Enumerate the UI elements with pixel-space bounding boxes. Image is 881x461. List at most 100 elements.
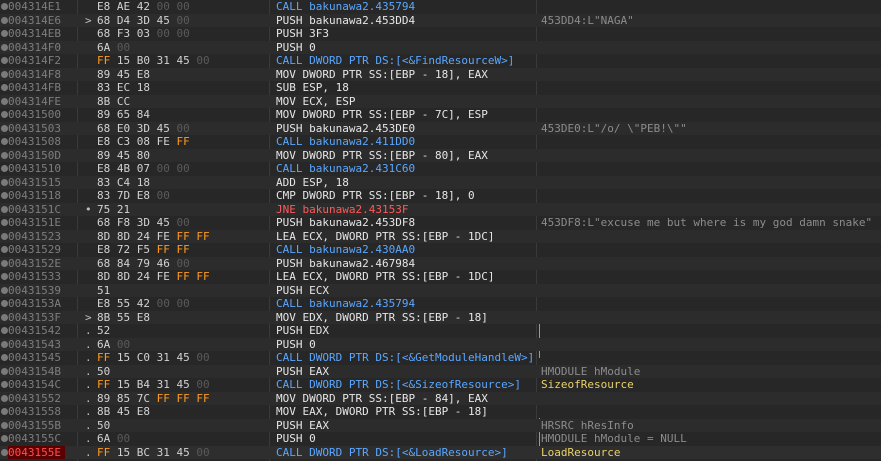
opcode-bytes: 51 xyxy=(97,284,110,298)
breakpoint-dot-icon[interactable] xyxy=(1,367,8,375)
breakpoint-dot-icon[interactable] xyxy=(1,138,8,145)
breakpoint-dot-icon[interactable] xyxy=(1,43,8,51)
disasm-row[interactable]: 00431542. 52 PUSH EDX xyxy=(0,324,881,338)
disasm-row[interactable]: 00431552. 89 85 7C FF FF FF MOV DWORD PTR … xyxy=(0,391,881,405)
disasm-row[interactable]: 00431500 89 65 84 MOV DWORD PTR SS:[EBP - … xyxy=(0,108,881,122)
disasm-row[interactable]: 004314FE 8B CC MOV ECX, ESP xyxy=(0,94,881,108)
disasm-row[interactable]: 0043154B. 50 PUSH EAX HMODULE hModule xyxy=(0,364,881,378)
breakpoint-dot-icon[interactable] xyxy=(1,111,8,118)
breakpoint-dot-icon[interactable] xyxy=(1,192,8,199)
disasm-row[interactable]: 0043153A E8 55 42 00 00 CALL bakunawa2.435… xyxy=(0,297,881,311)
breakpoint-dot-icon[interactable] xyxy=(1,421,8,429)
breakpoint-dot-icon[interactable] xyxy=(1,70,8,78)
disasm-row[interactable]: 0043152E 68 84 79 46 00 PUSH bakunawa2.467… xyxy=(0,256,881,270)
opcode-byte: CC xyxy=(116,94,131,108)
disasm-row[interactable]: 00431543. 6A 00 PUSH 0 xyxy=(0,337,881,352)
opcode-byte: F3 xyxy=(116,27,131,40)
instruction-text: CALL bakunawa2.431C60 xyxy=(276,162,416,175)
disasm-row[interactable]: 004314E1 E8 AE 42 00 00 CALL bakunawa2.435… xyxy=(0,0,881,14)
disasm-row[interactable]: 00431523 8D 8D 24 FE FF FF LEA ECX, DWORD … xyxy=(0,229,881,243)
disasm-row[interactable]: 00431545. FF 15 C0 31 45 00 CALL DWORD PTR… xyxy=(0,351,881,365)
breakpoint-dot-icon[interactable] xyxy=(1,16,8,24)
breakpoint-dot-icon[interactable] xyxy=(1,57,8,64)
instruction-address: 0043155B xyxy=(8,418,61,432)
disasm-row[interactable]: 00431533 8D 8D 24 FE FF FF LEA ECX, DWORD … xyxy=(0,270,881,284)
opcode-byte: 85 xyxy=(116,391,131,405)
breakpoint-dot-icon[interactable] xyxy=(1,3,8,10)
breakpoint-dot-icon[interactable] xyxy=(1,273,8,280)
disasm-row[interactable]: 004314F2 FF 15 B0 31 45 00 CALL DWORD PTR … xyxy=(0,54,881,68)
disasm-row[interactable]: 0043151C • 75 21 JNE bakunawa2.43153F xyxy=(0,202,881,216)
breakpoint-dot-icon[interactable] xyxy=(1,97,8,105)
disasm-row[interactable]: 00431558. 8B 45 E8 MOV EAX, DWORD PTR SS:[… xyxy=(0,405,881,419)
breakpoint-dot-icon[interactable] xyxy=(1,124,8,132)
breakpoint-dot-icon[interactable] xyxy=(1,151,8,159)
instruction-address: 00431500 xyxy=(8,108,61,121)
jump-marker: . xyxy=(85,418,92,432)
instruction-address: 004314EB xyxy=(8,27,61,40)
disasm-row[interactable]: 00431515 83 C4 18 ADD ESP, 18 xyxy=(0,175,881,189)
disasm-row[interactable]: 0043153F >8B 55 E8 MOV EDX, DWORD PTR SS:[… xyxy=(0,310,881,324)
opcode-byte: 84 xyxy=(136,108,150,121)
disasm-row[interactable]: 004314F8 89 45 E8 MOV DWORD PTR SS:[EBP - … xyxy=(0,67,881,82)
disasm-row[interactable]: 0043154C. FF 15 B4 31 45 00 CALL DWORD PTR… xyxy=(0,378,881,392)
breakpoint-dot-icon[interactable] xyxy=(1,178,8,186)
opcode-byte: FF xyxy=(156,243,170,256)
disasm-row[interactable]: 0043155E. FF 15 BC 31 45 00 CALL DWORD PTR… xyxy=(0,445,881,460)
opcode-bytes: FF 15 BC 31 45 00 xyxy=(97,446,210,460)
disasm-row[interactable]: 00431539 51 PUSH ECX xyxy=(0,283,881,298)
opcode-byte: 84 xyxy=(116,256,131,270)
breakpoint-dot-icon[interactable] xyxy=(1,381,8,388)
disasm-row[interactable]: 00431518 83 7D E8 00 CMP DWORD PTR SS:[EBP… xyxy=(0,189,881,203)
opcode-bytes: 8B 45 E8 xyxy=(97,405,150,419)
disasm-row[interactable]: 004314FB 83 EC 18 SUB ESP, 18 xyxy=(0,81,881,95)
instruction-text: LEA ECX, DWORD PTR SS:[EBP - 1DC] xyxy=(276,270,495,283)
opcode-byte: 07 xyxy=(136,162,150,175)
disasm-row[interactable]: 00431503 68 E0 3D 45 00 PUSH bakunawa2.453… xyxy=(0,121,881,135)
breakpoint-dot-icon[interactable] xyxy=(1,340,8,348)
opcode-byte: 45 xyxy=(156,121,170,135)
opcode-byte: BC xyxy=(136,445,150,459)
disasm-row[interactable]: 004314F0 6A 00 PUSH 0 xyxy=(0,40,881,54)
breakpoint-dot-icon[interactable] xyxy=(1,30,8,37)
breakpoint-dot-icon[interactable] xyxy=(1,448,8,456)
breakpoint-dot-icon[interactable] xyxy=(1,408,8,415)
breakpoint-dot-icon[interactable] xyxy=(1,300,8,307)
breakpoint-dot-icon[interactable] xyxy=(1,205,8,213)
instruction-address: 00431533 xyxy=(8,270,61,283)
opcode-bytes: 83 7D E8 00 xyxy=(97,189,170,203)
breakpoint-dot-icon[interactable] xyxy=(1,286,8,294)
opcode-byte: 8D xyxy=(116,270,131,283)
opcode-byte: 68 xyxy=(97,121,111,135)
breakpoint-dot-icon[interactable] xyxy=(1,354,8,361)
opcode-byte: 79 xyxy=(136,256,150,270)
disasm-row[interactable]: 004314EB 68 F3 03 00 00 PUSH 3F3 xyxy=(0,27,881,41)
instruction-address: 00431508 xyxy=(8,135,61,148)
breakpoint-dot-icon[interactable] xyxy=(1,232,8,240)
breakpoint-dot-icon[interactable] xyxy=(1,219,8,226)
opcode-bytes: 6A 00 xyxy=(97,338,130,352)
instruction-address: 00431543 xyxy=(8,337,61,351)
breakpoint-dot-icon[interactable] xyxy=(1,84,8,91)
breakpoint-dot-icon[interactable] xyxy=(1,165,8,172)
instruction-text: PUSH bakunawa2.453DE0 xyxy=(276,121,416,135)
breakpoint-dot-icon[interactable] xyxy=(1,313,8,321)
disasm-row[interactable]: 004314E6 >68 D4 3D 45 00 PUSH bakunawa2.45… xyxy=(0,13,881,27)
breakpoint-dot-icon[interactable] xyxy=(1,259,8,267)
disasm-row[interactable]: 0043150D 89 45 80 MOV DWORD PTR SS:[EBP - … xyxy=(0,148,881,162)
breakpoint-dot-icon[interactable] xyxy=(1,246,8,253)
breakpoint-dot-icon[interactable] xyxy=(1,327,8,334)
disasm-row[interactable]: 00431510 E8 4B 07 00 00 CALL bakunawa2.431… xyxy=(0,162,881,176)
instruction-text: LEA ECX, DWORD PTR SS:[EBP - 1DC] xyxy=(276,229,495,243)
opcode-bytes: 89 45 E8 xyxy=(97,68,150,82)
breakpoint-dot-icon[interactable] xyxy=(1,435,8,442)
disasm-row[interactable]: 00431508 E8 C3 08 FE FF CALL bakunawa2.411… xyxy=(0,135,881,149)
disasm-row[interactable]: 00431529 E8 72 F5 FF FF CALL bakunawa2.430… xyxy=(0,243,881,257)
jump-marker: . xyxy=(85,351,92,364)
opcode-bytes: 83 EC 18 xyxy=(97,81,150,95)
disasm-row[interactable]: 0043155B. 50 PUSH EAX HRSRC hResInfo xyxy=(0,418,881,432)
disasm-row[interactable]: 0043151E 68 F8 3D 45 00 PUSH bakunawa2.453… xyxy=(0,216,881,230)
opcode-byte: 65 xyxy=(116,108,131,121)
breakpoint-dot-icon[interactable] xyxy=(1,394,8,402)
disasm-row[interactable]: 0043155C. 6A 00 PUSH 0 HMODULE hModule = NU… xyxy=(0,432,881,446)
